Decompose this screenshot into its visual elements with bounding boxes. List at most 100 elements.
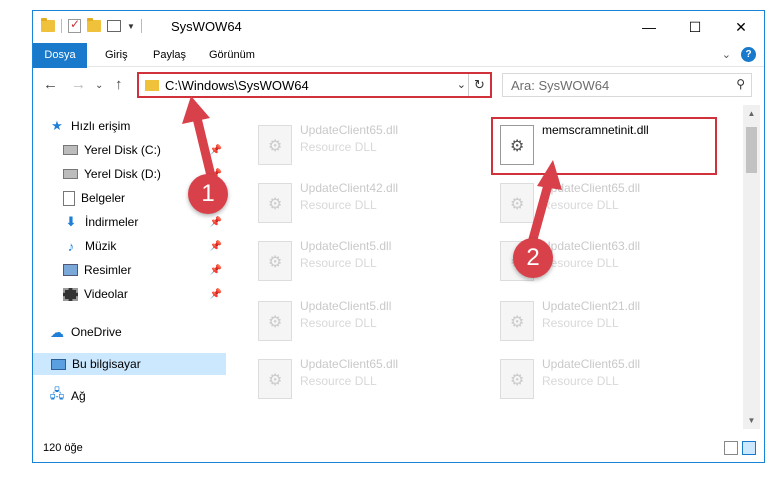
sidebar-item-label: Müzik [85, 239, 117, 253]
tab-share[interactable]: Paylaş [143, 43, 196, 67]
download-icon: ⬇ [65, 214, 77, 229]
dll-file-icon [500, 183, 534, 223]
up-arrow-icon[interactable]: ↑ [115, 76, 123, 93]
file-description: Resource DLL [300, 256, 377, 270]
file-name: UpdateClient42.dll [300, 181, 399, 195]
file-description: Resource DLL [542, 256, 619, 270]
sidebar-item-onedrive[interactable]: ☁ OneDrive [33, 321, 226, 343]
sidebar-item-videos[interactable]: Videolar 📌 [33, 283, 226, 305]
file-item[interactable]: UpdateClient5.dll Resource DLL [250, 235, 480, 287]
scroll-down-icon[interactable]: ▼ [743, 412, 760, 429]
refresh-icon[interactable]: ↻ [468, 74, 490, 96]
sidebar-item-label: Bu bilgisayar [72, 357, 141, 371]
sidebar-item-downloads[interactable]: ⬇ İndirmeler 📌 [33, 211, 226, 233]
videos-icon [63, 287, 78, 301]
forward-arrow-icon[interactable]: → [71, 76, 86, 93]
item-count: 120 öğe [43, 442, 83, 454]
toolbar-separator [61, 19, 62, 33]
dll-file-icon [500, 301, 534, 341]
folder-icon [145, 80, 159, 91]
dll-file-icon [258, 301, 292, 341]
pin-icon[interactable]: 📌 [210, 145, 222, 156]
file-name: UpdateClient65.dll [300, 123, 399, 137]
music-icon: ♪ [67, 238, 75, 254]
sidebar-item-label: OneDrive [71, 325, 122, 339]
step-badge-1: 1 [188, 174, 228, 214]
properties-check-icon[interactable] [68, 17, 81, 33]
minimize-button[interactable]: — [626, 11, 672, 43]
dll-file-icon [500, 359, 534, 399]
file-description: Resource DLL [300, 198, 377, 212]
file-item[interactable]: UpdateClient65.dll Resource DLL [250, 119, 480, 171]
tab-view[interactable]: Görünüm [199, 43, 265, 67]
close-button[interactable]: ✕ [718, 11, 764, 43]
navigation-pane: ★ Hızlı erişim Yerel Disk (C:) 📌 Yerel D… [33, 105, 226, 429]
view-options-icon[interactable] [107, 20, 121, 32]
pin-icon[interactable]: 📌 [210, 241, 222, 252]
sidebar-item-network[interactable]: 🖧 Ağ [33, 385, 226, 407]
details-view-icon[interactable] [724, 441, 738, 455]
file-name: UpdateClient5.dll [300, 239, 392, 253]
file-item[interactable]: UpdateClient42.dll Resource DLL [250, 177, 480, 229]
file-name: UpdateClient63.dll [542, 239, 641, 253]
sidebar-item-disk-c[interactable]: Yerel Disk (C:) 📌 [33, 139, 226, 161]
view-switcher [724, 441, 756, 455]
search-icon[interactable]: ⚲ [736, 77, 745, 91]
address-path[interactable]: C:\Windows\SysWOW64 [165, 78, 309, 93]
sidebar-item-music[interactable]: ♪ Müzik 📌 [33, 235, 226, 257]
sidebar-item-label: Yerel Disk (C:) [84, 143, 161, 157]
file-item[interactable]: UpdateClient21.dll Resource DLL [492, 295, 722, 347]
tab-home[interactable]: Giriş [95, 43, 138, 67]
sidebar-item-label: Yerel Disk (D:) [84, 167, 161, 181]
scroll-thumb[interactable] [746, 127, 757, 173]
drive-icon [63, 169, 78, 179]
file-description: Resource DLL [542, 374, 619, 388]
search-box[interactable]: Ara: SysWOW64 ⚲ [502, 73, 752, 97]
network-icon: 🖧 [49, 386, 65, 401]
sidebar-item-label: Ağ [71, 389, 86, 403]
new-folder-icon[interactable] [87, 18, 101, 32]
file-item[interactable]: UpdateClient65.dll Resource DLL [250, 353, 480, 405]
file-item[interactable]: UpdateClient65.dll Resource DLL [492, 353, 722, 405]
quick-access-toolbar: ▼ [41, 17, 142, 33]
help-icon[interactable]: ? [741, 47, 756, 62]
explorer-window: ▼ SysWOW64 — ☐ ✕ Dosya Giriş Paylaş Görü… [32, 10, 765, 463]
vertical-scrollbar[interactable]: ▲ ▼ [743, 105, 760, 429]
toolbar-separator [140, 19, 142, 33]
pictures-icon [63, 264, 78, 276]
chevron-down-icon[interactable]: ⌄ [722, 48, 731, 61]
file-description: Resource DLL [542, 198, 619, 212]
window-title: SysWOW64 [171, 19, 242, 34]
file-name: UpdateClient65.dll [542, 181, 641, 195]
navigation-bar: ← → ⌄ ↑ C:\Windows\SysWOW64 ⌄ ↻ Ara: Sys… [33, 68, 764, 104]
ribbon-tabs: Dosya Giriş Paylaş Görünüm ⌄ ? [33, 43, 764, 95]
file-item[interactable]: UpdateClient5.dll Resource DLL [250, 295, 480, 347]
ribbon-controls: ⌄ ? [722, 47, 756, 62]
sidebar-item-this-pc[interactable]: Bu bilgisayar [33, 353, 226, 375]
file-name: UpdateClient5.dll [300, 299, 392, 313]
sidebar-item-quick-access[interactable]: ★ Hızlı erişim [33, 115, 226, 137]
back-arrow-icon[interactable]: ← [43, 76, 58, 93]
recent-chevron-icon[interactable]: ⌄ [95, 80, 103, 91]
tiles-view-icon[interactable] [742, 441, 756, 455]
file-description: Resource DLL [300, 374, 377, 388]
address-bar[interactable]: C:\Windows\SysWOW64 ⌄ ↻ [137, 72, 492, 98]
search-placeholder[interactable]: Ara: SysWOW64 [511, 78, 609, 93]
computer-icon [51, 358, 66, 370]
file-item[interactable]: UpdateClient65.dll Resource DLL [492, 177, 722, 229]
sidebar-item-label: Hızlı erişim [71, 119, 131, 133]
sidebar-item-label: İndirmeler [85, 215, 139, 229]
step-badge-2: 2 [513, 238, 553, 278]
chevron-down-icon[interactable]: ▼ [127, 22, 135, 31]
maximize-button[interactable]: ☐ [672, 11, 718, 43]
file-name: UpdateClient65.dll [300, 357, 399, 371]
chevron-down-icon[interactable]: ⌄ [457, 78, 466, 91]
scroll-up-icon[interactable]: ▲ [743, 105, 760, 122]
file-name: UpdateClient21.dll [542, 299, 641, 313]
file-highlight-box [491, 117, 717, 175]
pin-icon[interactable]: 📌 [210, 265, 222, 276]
pin-icon[interactable]: 📌 [210, 217, 222, 228]
pin-icon[interactable]: 📌 [210, 289, 222, 300]
sidebar-item-pictures[interactable]: Resimler 📌 [33, 259, 226, 281]
folder-icon [41, 18, 55, 32]
